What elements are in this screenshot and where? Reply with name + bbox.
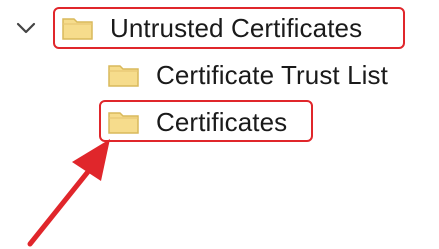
screenshot-canvas: Untrusted Certificates Certificate Trust… [0, 0, 439, 249]
annotation-arrow [27, 139, 110, 247]
